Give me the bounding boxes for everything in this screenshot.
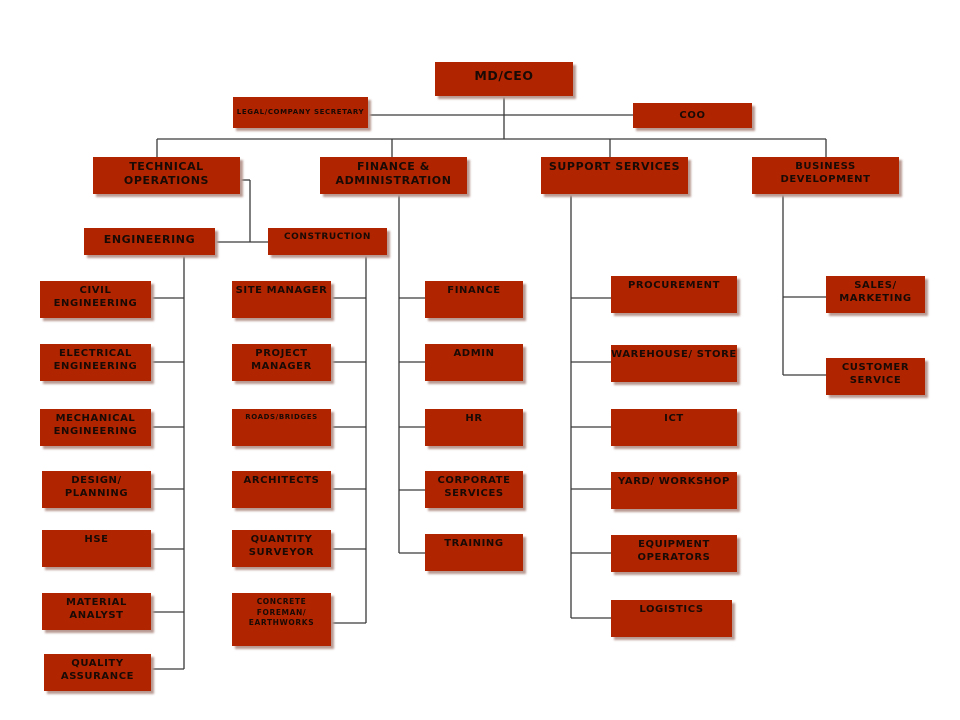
support-unit: ICT [611,409,737,446]
legal-secretary-box: LEGAL/COMPANY SECRETARY [233,97,368,128]
engineering-box: ENGINEERING [84,228,215,255]
md-ceo-box: MD/CEO [435,62,573,96]
construction-unit: SITE MANAGER [232,281,331,318]
engineering-unit: CIVIL ENGINEERING [40,281,151,318]
support-unit: EQUIPMENT OPERATORS [611,535,737,572]
business-unit: CUSTOMER SERVICE [826,358,925,395]
finance-unit: CORPORATE SERVICES [425,471,523,508]
engineering-unit: HSE [42,530,151,567]
construction-unit: ARCHITECTS [232,471,331,508]
engineering-unit: MECHANICAL ENGINEERING [40,409,151,446]
support-unit: WAREHOUSE/ STORE [611,345,737,382]
engineering-unit: QUALITY ASSURANCE [44,654,151,691]
construction-unit: ROADS/BRIDGES [232,409,331,446]
engineering-unit: DESIGN/ PLANNING [42,471,151,508]
engineering-unit: MATERIAL ANALYST [42,593,151,630]
business-unit: SALES/ MARKETING [826,276,925,313]
technical-operations-box: TECHNICAL OPERATIONS [93,157,240,194]
support-unit: LOGISTICS [611,600,732,637]
finance-administration-box: FINANCE & ADMINISTRATION [320,157,467,194]
construction-box: CONSTRUCTION [268,228,387,255]
finance-unit: FINANCE [425,281,523,318]
construction-unit: CONCRETE FOREMAN/ EARTHWORKS [232,593,331,646]
construction-unit: QUANTITY SURVEYOR [232,530,331,567]
support-unit: PROCUREMENT [611,276,737,313]
business-development-box: BUSINESS DEVELOPMENT [752,157,899,194]
coo-box: COO [633,103,752,128]
support-unit: YARD/ WORKSHOP [611,472,737,509]
engineering-unit: ELECTRICAL ENGINEERING [40,344,151,381]
finance-unit: HR [425,409,523,446]
support-services-box: SUPPORT SERVICES [541,157,688,194]
finance-unit: ADMIN [425,344,523,381]
finance-unit: TRAINING [425,534,523,571]
construction-unit: PROJECT MANAGER [232,344,331,381]
